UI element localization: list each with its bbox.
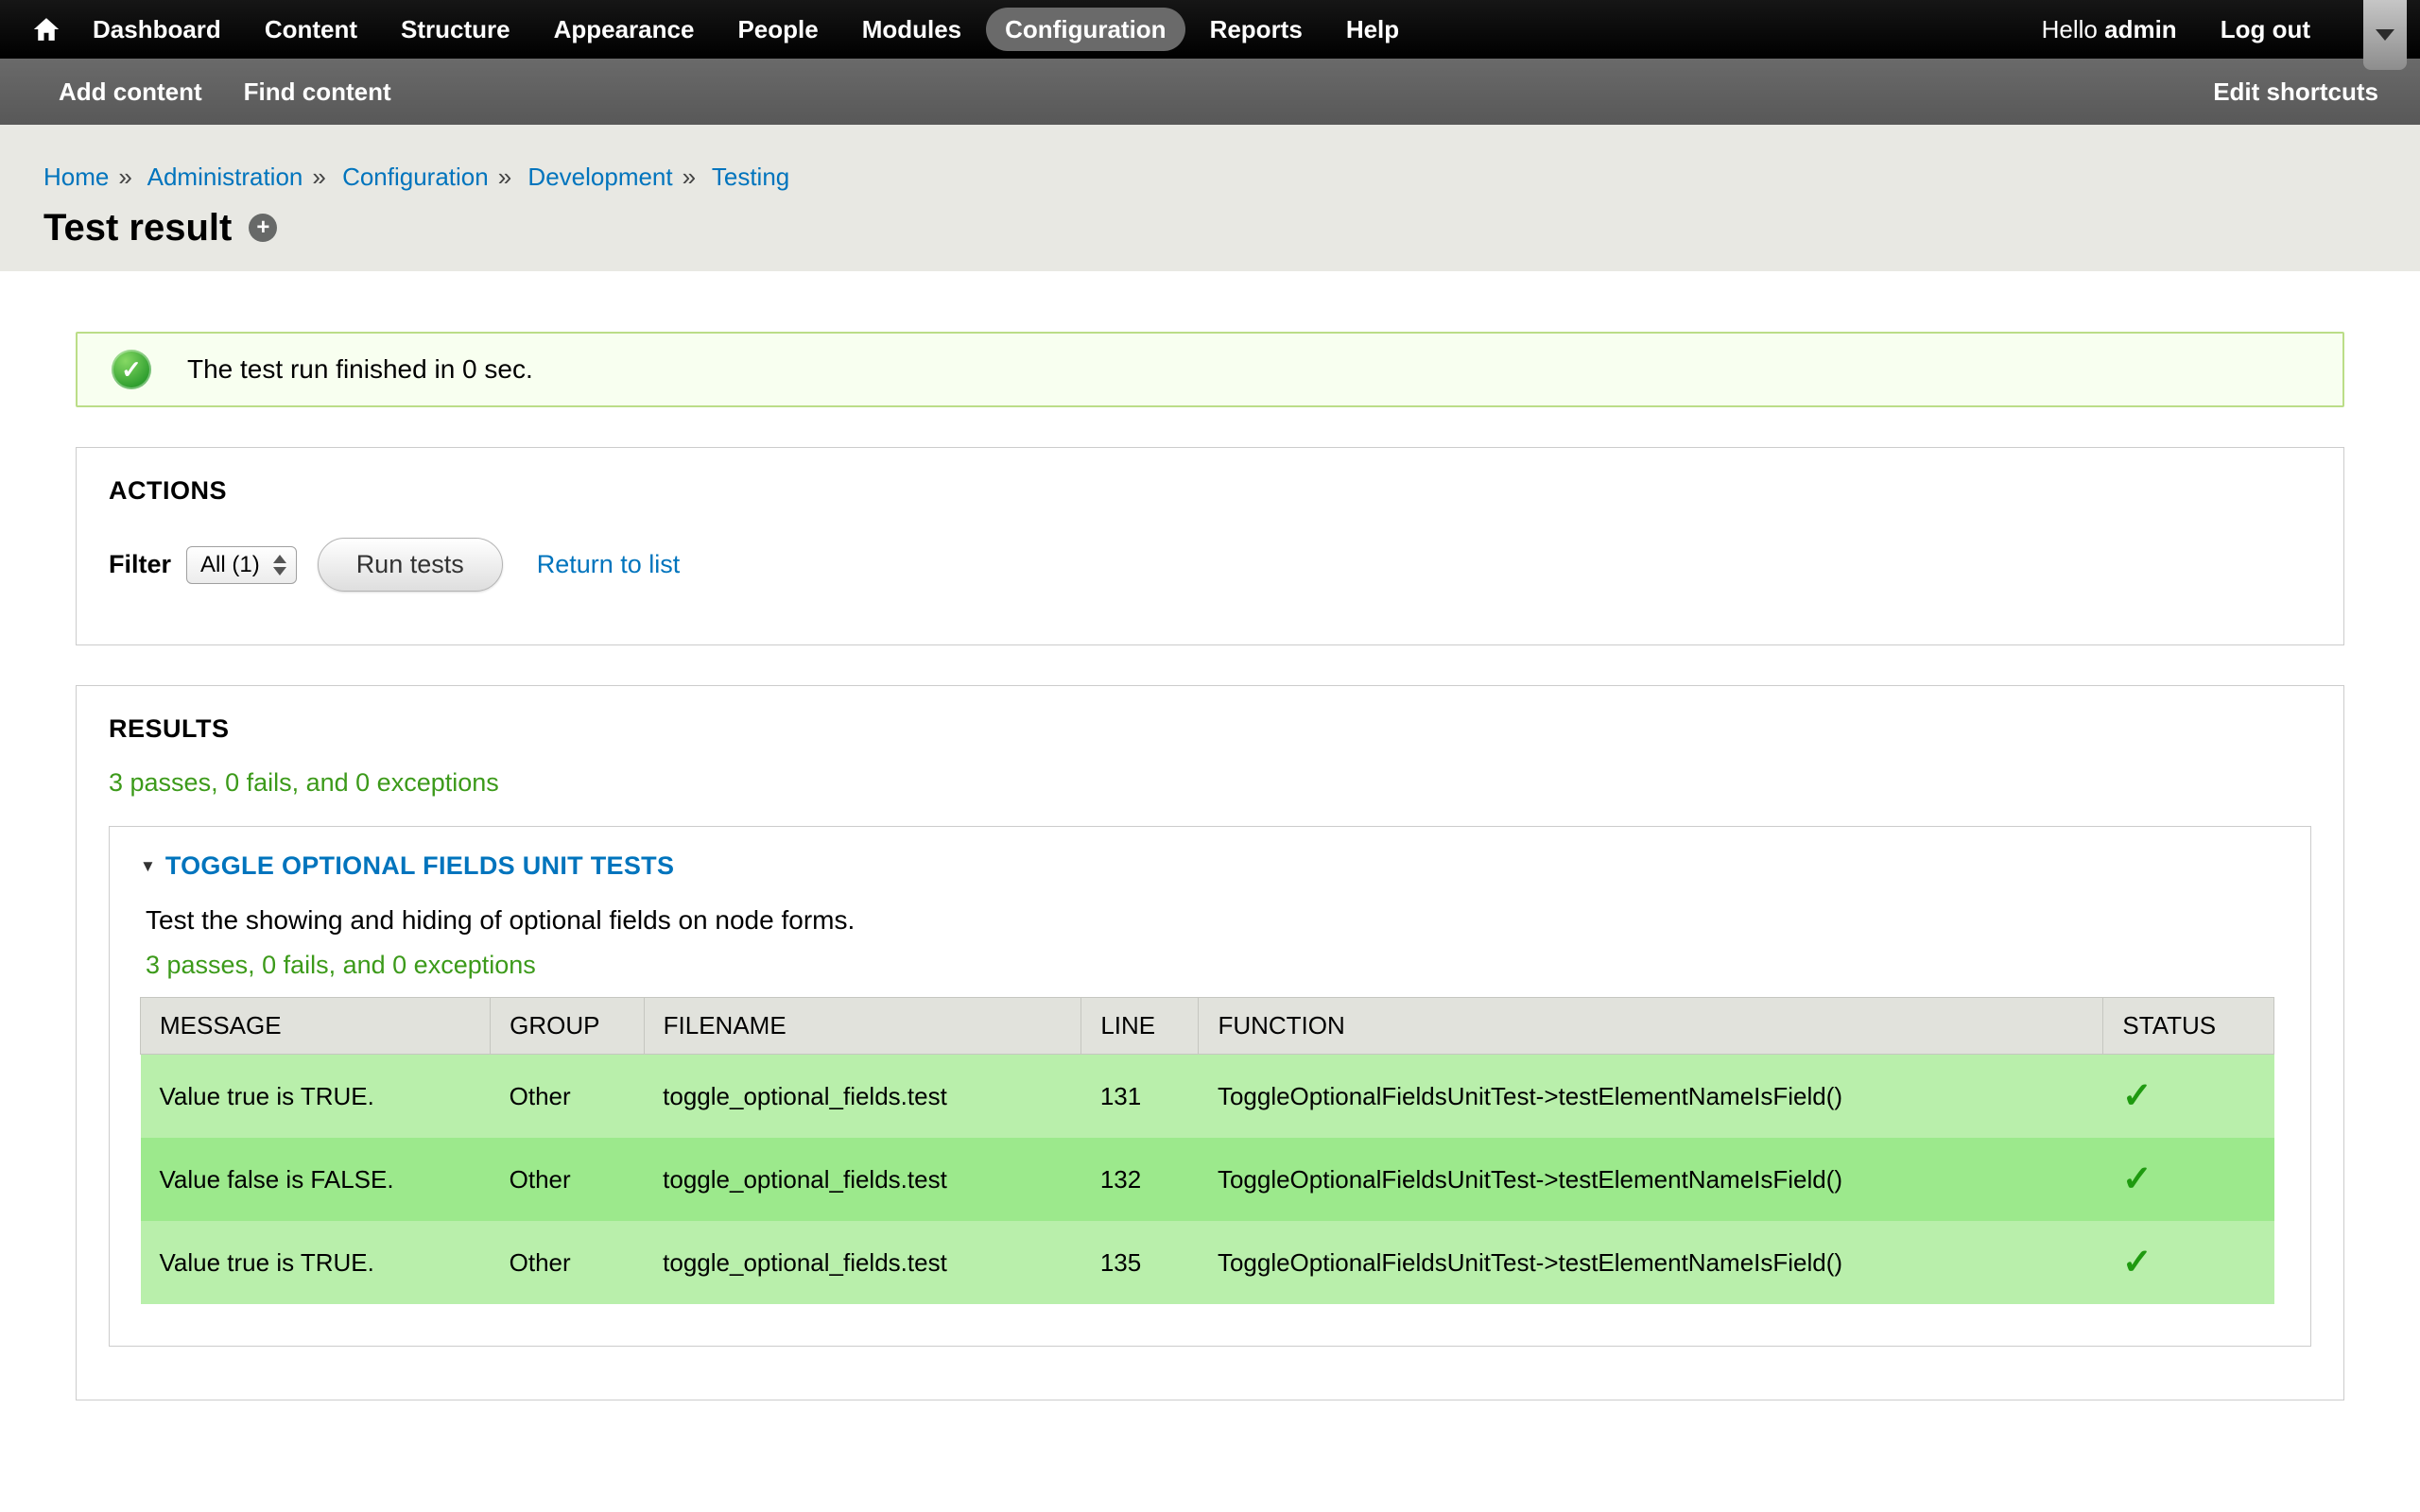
toolbar-item-modules[interactable]: Modules <box>843 8 980 51</box>
filter-select[interactable]: All (1) <box>186 546 297 584</box>
user-greeting: Hello admin <box>2042 15 2177 44</box>
cell-function: ToggleOptionalFieldsUnitTest->testElemen… <box>1199 1055 2103 1139</box>
admin-toolbar: Dashboard Content Structure Appearance P… <box>0 0 2420 59</box>
page-title: Test result <box>43 207 232 249</box>
breadcrumb-separator: » <box>118 163 131 191</box>
chevron-down-icon <box>2376 29 2394 41</box>
cell-line: 135 <box>1081 1221 1199 1304</box>
toolbar-menu: Dashboard Content Structure Appearance P… <box>74 8 1424 51</box>
results-table-header: MESSAGE GROUP FILENAME LINE FUNCTION STA… <box>141 998 2274 1055</box>
toolbar-item-content[interactable]: Content <box>246 8 376 51</box>
pass-check-icon: ✓ <box>2122 1243 2152 1282</box>
cell-function: ToggleOptionalFieldsUnitTest->testElemen… <box>1199 1138 2103 1221</box>
toolbar-user-area: Hello admin Log out <box>2042 15 2310 44</box>
actions-legend: ACTIONS <box>109 476 2311 506</box>
table-row: Value true is TRUE. Other toggle_optiona… <box>141 1221 2274 1304</box>
cell-filename: toggle_optional_fields.test <box>644 1221 1081 1304</box>
toolbar-item-configuration[interactable]: Configuration <box>986 8 1184 51</box>
cell-message: Value true is TRUE. <box>141 1055 491 1139</box>
username: admin <box>2104 15 2177 43</box>
cell-group: Other <box>491 1138 645 1221</box>
logout-link[interactable]: Log out <box>2221 15 2310 44</box>
breadcrumb-link-configuration[interactable]: Configuration <box>342 163 489 191</box>
shortcut-add-content[interactable]: Add content <box>42 70 219 114</box>
breadcrumb-link-home[interactable]: Home <box>43 163 109 191</box>
main-content: ✓ The test run finished in 0 sec. ACTION… <box>0 271 2420 1400</box>
column-header-line: LINE <box>1081 998 1199 1055</box>
filter-label: Filter <box>109 550 171 579</box>
breadcrumb-link-testing[interactable]: Testing <box>712 163 789 191</box>
add-shortcut-icon[interactable]: + <box>249 214 277 242</box>
filter-row: Filter All (1) Run tests Return to list <box>109 538 2311 592</box>
test-group-fieldset: ▼ TOGGLE OPTIONAL FIELDS UNIT TESTS Test… <box>109 826 2311 1347</box>
cell-message: Value true is TRUE. <box>141 1221 491 1304</box>
cell-group: Other <box>491 1055 645 1139</box>
cell-status: ✓ <box>2103 1055 2274 1139</box>
breadcrumb-separator: » <box>683 163 696 191</box>
return-to-list-link[interactable]: Return to list <box>537 550 681 579</box>
toolbar-item-dashboard[interactable]: Dashboard <box>74 8 240 51</box>
breadcrumb: Home » Administration » Configuration » Dev… <box>43 163 2377 192</box>
filter-select-value: All (1) <box>200 552 260 578</box>
cell-line: 132 <box>1081 1138 1199 1221</box>
toolbar-toggle-button[interactable] <box>2363 0 2407 70</box>
collapse-arrow-icon: ▼ <box>140 858 156 874</box>
results-legend: RESULTS <box>109 714 2311 744</box>
column-header-message: MESSAGE <box>141 998 491 1055</box>
cell-group: Other <box>491 1221 645 1304</box>
cell-status: ✓ <box>2103 1221 2274 1304</box>
status-message: ✓ The test run finished in 0 sec. <box>76 332 2344 407</box>
shortcut-bar: Add content Find content Edit shortcuts <box>0 59 2420 125</box>
column-header-group: GROUP <box>491 998 645 1055</box>
breadcrumb-separator: » <box>312 163 325 191</box>
pass-check-icon: ✓ <box>2122 1076 2152 1116</box>
breadcrumb-link-administration[interactable]: Administration <box>147 163 303 191</box>
column-header-function: FUNCTION <box>1199 998 2103 1055</box>
breadcrumb-separator: » <box>498 163 511 191</box>
toolbar-item-help[interactable]: Help <box>1327 8 1418 51</box>
test-group-title[interactable]: ▼ TOGGLE OPTIONAL FIELDS UNIT TESTS <box>140 851 2274 881</box>
test-group-summary: 3 passes, 0 fails, and 0 exceptions <box>146 951 2274 980</box>
actions-panel: ACTIONS Filter All (1) Run tests Return … <box>76 447 2344 645</box>
results-table: MESSAGE GROUP FILENAME LINE FUNCTION STA… <box>140 997 2274 1304</box>
toolbar-item-reports[interactable]: Reports <box>1191 8 1322 51</box>
cell-filename: toggle_optional_fields.test <box>644 1055 1081 1139</box>
toolbar-item-structure[interactable]: Structure <box>382 8 529 51</box>
edit-shortcuts-link[interactable]: Edit shortcuts <box>2213 77 2378 107</box>
table-row: Value true is TRUE. Other toggle_optiona… <box>141 1055 2274 1139</box>
results-panel: RESULTS 3 passes, 0 fails, and 0 excepti… <box>76 685 2344 1400</box>
status-message-text: The test run finished in 0 sec. <box>187 354 533 385</box>
test-group-title-text: TOGGLE OPTIONAL FIELDS UNIT TESTS <box>165 851 674 881</box>
cell-function: ToggleOptionalFieldsUnitTest->testElemen… <box>1199 1221 2103 1304</box>
toolbar-item-people[interactable]: People <box>718 8 837 51</box>
cell-status: ✓ <box>2103 1138 2274 1221</box>
cell-line: 131 <box>1081 1055 1199 1139</box>
cell-filename: toggle_optional_fields.test <box>644 1138 1081 1221</box>
success-check-icon: ✓ <box>112 350 151 389</box>
results-summary: 3 passes, 0 fails, and 0 exceptions <box>109 768 2311 798</box>
page-header: Home » Administration » Configuration » Dev… <box>0 125 2420 271</box>
pass-check-icon: ✓ <box>2122 1160 2152 1199</box>
table-row: Value false is FALSE. Other toggle_optio… <box>141 1138 2274 1221</box>
column-header-filename: FILENAME <box>644 998 1081 1055</box>
toolbar-item-appearance[interactable]: Appearance <box>535 8 714 51</box>
breadcrumb-link-development[interactable]: Development <box>527 163 672 191</box>
column-header-status: STATUS <box>2103 998 2274 1055</box>
shortcut-find-content[interactable]: Find content <box>227 70 408 114</box>
test-group-description: Test the showing and hiding of optional … <box>146 905 2274 936</box>
home-icon-button[interactable] <box>19 0 74 59</box>
run-tests-button[interactable]: Run tests <box>318 538 503 592</box>
select-stepper-icon <box>273 555 286 576</box>
cell-message: Value false is FALSE. <box>141 1138 491 1221</box>
home-icon <box>32 15 60 43</box>
